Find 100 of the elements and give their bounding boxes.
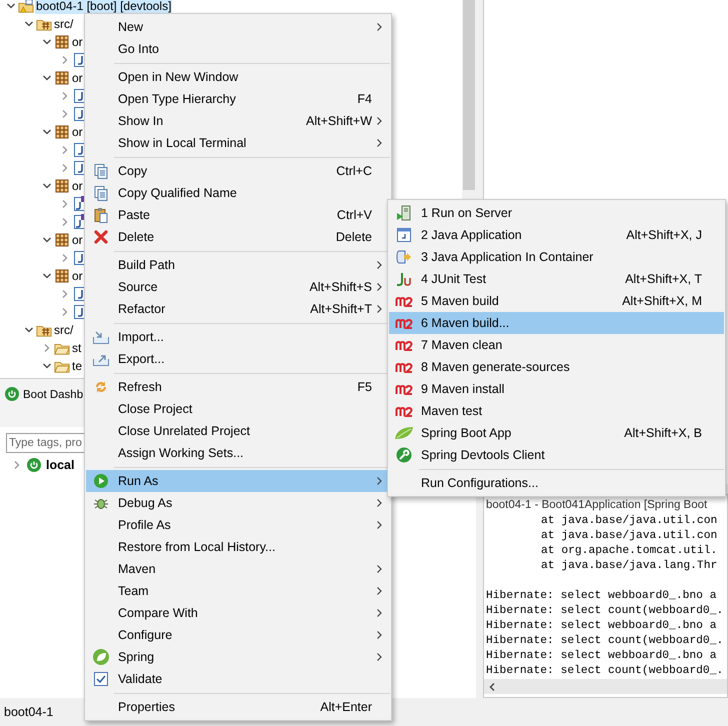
package-icon <box>54 124 70 140</box>
menu-item[interactable]: Go Into <box>86 38 390 60</box>
menu-item[interactable]: Copy Qualified Name <box>86 182 390 204</box>
expand-icon[interactable] <box>60 162 70 174</box>
menu-item[interactable]: Maven test <box>389 400 724 422</box>
power-icon <box>5 387 19 401</box>
leaf-icon <box>394 426 414 440</box>
menu-item[interactable]: Refresh F5 <box>86 376 390 398</box>
menu-item[interactable]: Compare With <box>86 602 390 624</box>
menu-item[interactable]: Source Alt+Shift+S <box>86 276 390 298</box>
tree-item[interactable]: boot04-1 [boot] [devtools] <box>35 0 172 14</box>
tree-item[interactable]: or <box>71 268 84 284</box>
package-icon <box>54 232 70 248</box>
menu-item[interactable]: 7 Maven clean <box>389 334 724 356</box>
expand-icon[interactable] <box>60 198 70 210</box>
menu-item[interactable]: Spring Devtools Client <box>389 444 724 466</box>
menu-item[interactable]: 5 Maven build Alt+Shift+X, M <box>389 290 724 312</box>
expand-icon[interactable] <box>60 288 70 300</box>
menu-item[interactable]: Paste Ctrl+V <box>86 204 390 226</box>
menu-item[interactable]: Delete Delete <box>86 226 390 248</box>
menu-item[interactable]: Spring <box>86 646 390 668</box>
package-icon <box>54 70 70 86</box>
console-line: Hibernate: select count(webboard0_. <box>486 635 724 648</box>
menu-item[interactable]: Team <box>86 580 390 602</box>
expand-icon[interactable] <box>42 342 52 354</box>
wrench-icon <box>396 447 412 463</box>
tree-item[interactable]: or <box>71 124 84 140</box>
tree-item[interactable]: or <box>71 34 84 50</box>
maven-icon <box>395 316 413 330</box>
console-line: at java.base/java.util.con <box>541 530 718 542</box>
menu-item[interactable]: Show In Alt+Shift+W <box>86 110 390 132</box>
tree-item[interactable]: or <box>71 70 84 86</box>
menu-item[interactable]: 9 Maven install <box>389 378 724 400</box>
menu-item[interactable]: Import... <box>86 326 390 348</box>
menu-item[interactable]: Show in Local Terminal <box>86 132 390 154</box>
tree-item[interactable]: src/ <box>53 16 74 32</box>
menu-item[interactable]: Validate <box>86 668 390 690</box>
tree-item[interactable]: te <box>71 358 84 374</box>
menu-item[interactable]: Debug As <box>86 492 390 514</box>
server-icon <box>396 205 412 221</box>
menu-item[interactable]: Export... <box>86 348 390 370</box>
menu-item[interactable]: 6 Maven build... <box>389 312 724 334</box>
shortcut-text: F5 <box>357 380 372 394</box>
menu-item[interactable]: 1 Run on Server <box>389 202 724 224</box>
console-line: Hibernate: select webboard0_.bno a <box>486 590 716 602</box>
expand-icon[interactable] <box>60 216 70 228</box>
menu-item[interactable]: 4 JUnit Test Alt+Shift+X, T <box>389 268 724 290</box>
menu-item[interactable]: Open Type Hierarchy F4 <box>86 88 390 110</box>
view-tab[interactable]: Boot Dashb <box>23 387 84 403</box>
menu-item[interactable]: Copy Ctrl+C <box>86 160 390 182</box>
container-icon <box>396 249 412 265</box>
refresh-icon <box>93 379 109 395</box>
shortcut-text: Alt+Shift+X, J <box>626 228 702 242</box>
menu-item[interactable]: Close Project <box>86 398 390 420</box>
tree-item[interactable]: st <box>71 340 82 356</box>
expand-icon[interactable] <box>12 460 22 470</box>
maven-icon <box>395 338 413 352</box>
menu-item[interactable]: Configure <box>86 624 390 646</box>
menu-item[interactable]: Run As <box>86 470 390 492</box>
expand-icon[interactable] <box>60 108 70 120</box>
maven-icon <box>395 404 413 418</box>
menu-item[interactable]: Maven <box>86 558 390 580</box>
menu-item[interactable]: Build Path <box>86 254 390 276</box>
package-icon <box>54 34 70 50</box>
menu-item[interactable]: Restore from Local History... <box>86 536 390 558</box>
tree-item[interactable]: src/ <box>53 322 74 338</box>
console-line: at org.apache.tomcat.util. <box>541 545 718 558</box>
scroll-left-icon[interactable] <box>488 682 496 692</box>
menu-item[interactable]: 3 Java Application In Container <box>389 246 724 268</box>
tree-item[interactable]: local <box>46 458 74 472</box>
power-icon <box>27 458 41 472</box>
tree-item[interactable]: or <box>71 178 84 194</box>
menu-item[interactable]: Open in New Window <box>86 66 390 88</box>
console-line: at java.base/java.util.con <box>541 515 718 528</box>
tree-item[interactable]: or <box>71 232 84 248</box>
copy-icon <box>93 163 109 179</box>
package-icon <box>54 268 70 284</box>
menu-item[interactable]: Properties Alt+Enter <box>86 696 390 718</box>
scrollbar[interactable] <box>484 679 727 694</box>
clipboard-icon <box>93 207 109 223</box>
run-icon <box>93 473 109 489</box>
menu-item[interactable]: Close Unrelated Project <box>86 420 390 442</box>
menu-item[interactable]: 2 Java Application Alt+Shift+X, J <box>389 224 724 246</box>
shortcut-text: Alt+Enter <box>320 700 372 714</box>
menu-item[interactable]: Profile As <box>86 514 390 536</box>
junit-icon <box>395 271 413 287</box>
menu-item[interactable]: New <box>86 16 390 38</box>
menu-item[interactable]: Spring Boot App Alt+Shift+X, B <box>389 422 724 444</box>
expand-icon[interactable] <box>60 144 70 156</box>
menu-item[interactable]: 8 Maven generate-sources <box>389 356 724 378</box>
expand-icon[interactable] <box>60 90 70 102</box>
menu-item[interactable]: Refactor Alt+Shift+T <box>86 298 390 320</box>
shortcut-text: Delete <box>336 230 372 244</box>
package-icon <box>54 178 70 194</box>
menu-item[interactable]: Run Configurations... <box>389 472 724 494</box>
maven-icon <box>395 360 413 374</box>
menu-item[interactable]: Assign Working Sets... <box>86 442 390 464</box>
expand-icon[interactable] <box>60 306 70 318</box>
expand-icon[interactable] <box>60 252 70 264</box>
expand-icon[interactable] <box>60 54 70 66</box>
